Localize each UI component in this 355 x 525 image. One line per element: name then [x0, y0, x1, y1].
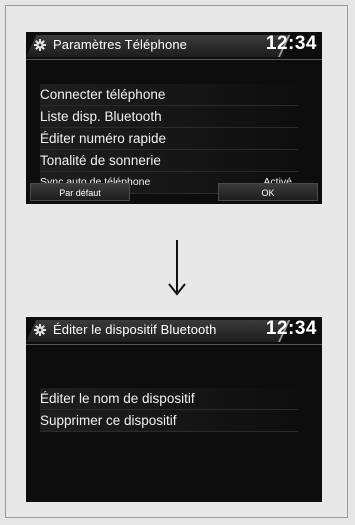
- screen-header: Paramètres Téléphone 12:34: [26, 32, 322, 60]
- screen-header: Éditer le dispositif Bluetooth 12:34: [26, 317, 322, 345]
- screen-title: Paramètres Téléphone: [53, 37, 188, 52]
- menu-item-ringtone[interactable]: Tonalité de sonnerie: [40, 150, 298, 172]
- screen-footer: Par défaut OK: [26, 183, 322, 201]
- header-divider: [26, 59, 322, 60]
- clock: 12:34: [265, 318, 317, 339]
- gear-icon: [34, 324, 46, 336]
- menu-item-edit-speed-dial[interactable]: Éditer numéro rapide: [40, 128, 298, 150]
- phone-settings-screen: Paramètres Téléphone 12:34 Connecter tél…: [26, 32, 322, 204]
- edit-bluetooth-device-screen: Éditer le dispositif Bluetooth 12:34 Édi…: [26, 317, 322, 502]
- ok-button[interactable]: OK: [218, 183, 318, 201]
- menu-item-connect-phone[interactable]: Connecter téléphone: [40, 84, 298, 106]
- menu-item-delete-device[interactable]: Supprimer ce dispositif: [40, 410, 298, 432]
- arrow-down-icon: [168, 240, 186, 296]
- clock: 12:34: [265, 33, 317, 54]
- header-divider: [26, 344, 322, 345]
- settings-menu: Connecter téléphone Liste disp. Bluetoot…: [40, 84, 298, 194]
- gear-icon: [34, 39, 46, 51]
- menu-item-bluetooth-device-list[interactable]: Liste disp. Bluetooth: [40, 106, 298, 128]
- device-menu: Éditer le nom de dispositif Supprimer ce…: [40, 388, 298, 432]
- menu-item-edit-device-name[interactable]: Éditer le nom de dispositif: [40, 388, 298, 410]
- screen-title: Éditer le dispositif Bluetooth: [53, 322, 217, 337]
- default-button[interactable]: Par défaut: [30, 183, 130, 201]
